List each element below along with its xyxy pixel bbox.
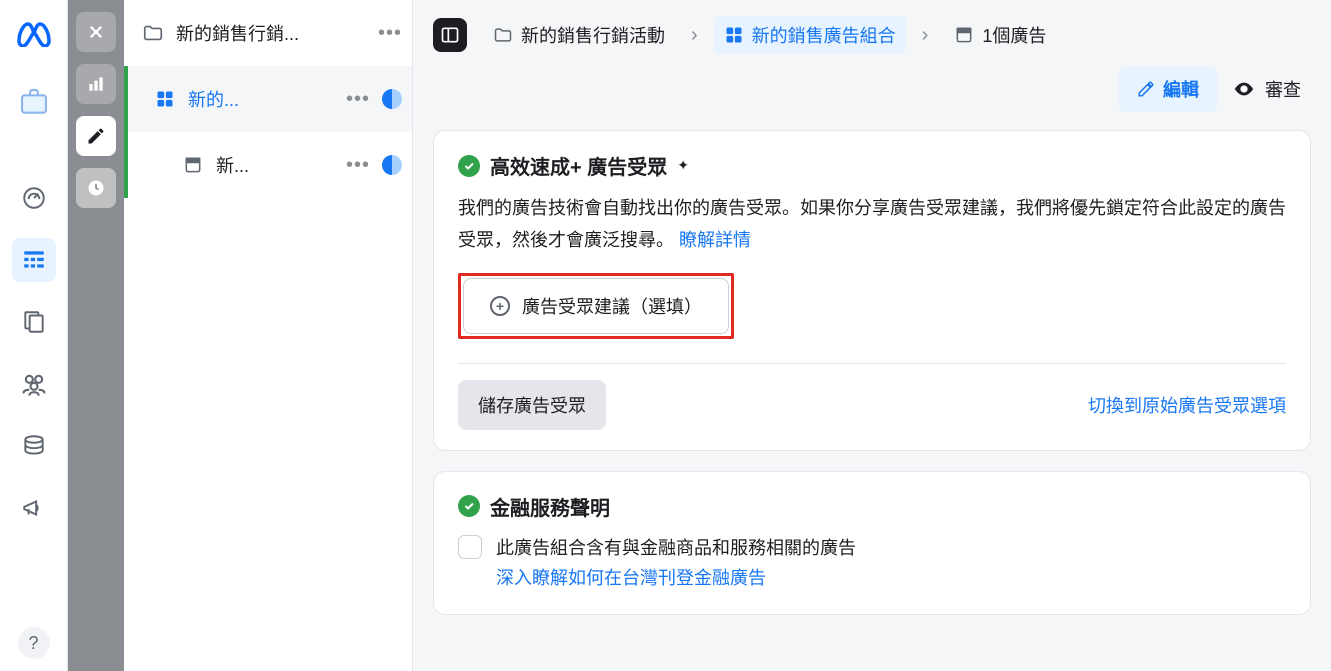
chevron-right-icon: › bbox=[691, 24, 698, 47]
grid-icon bbox=[154, 88, 176, 110]
pencil-icon[interactable] bbox=[76, 116, 116, 156]
finance-card-title: 金融服務聲明 bbox=[490, 492, 610, 521]
review-button[interactable]: 審查 bbox=[1233, 76, 1301, 102]
sparkle-icon: ✦ bbox=[677, 157, 689, 174]
tree-ad-label: 新... bbox=[216, 152, 334, 178]
finance-checkbox[interactable] bbox=[458, 535, 482, 559]
help-button[interactable]: ? bbox=[18, 627, 50, 659]
audience-desc-text: 我們的廣告技術會自動找出你的廣告受眾。如果你分享廣告受眾建議，我們將優先鎖定符合… bbox=[458, 198, 1286, 250]
clock-icon[interactable] bbox=[76, 168, 116, 208]
nav-documents-icon[interactable] bbox=[12, 300, 56, 344]
tree-campaign-row[interactable]: 新的銷售行銷... ••• bbox=[124, 0, 412, 66]
save-audience-button[interactable]: 儲存廣告受眾 bbox=[458, 380, 606, 430]
audience-suggestion-button[interactable]: + 廣告受眾建議（選填） bbox=[463, 278, 729, 334]
tree-adset-row[interactable]: 新的... ••• bbox=[124, 66, 412, 132]
folder-icon bbox=[493, 25, 513, 45]
divider bbox=[458, 363, 1286, 364]
panel-toggle-icon[interactable] bbox=[433, 18, 467, 52]
nav-gauge-icon[interactable] bbox=[12, 176, 56, 220]
audience-card-desc: 我們的廣告技術會自動找出你的廣告受眾。如果你分享廣告受眾建議，我們將優先鎖定符合… bbox=[458, 192, 1286, 257]
breadcrumb-ads-label: 1個廣告 bbox=[982, 22, 1046, 48]
close-icon[interactable] bbox=[76, 12, 116, 52]
tree-ad-row[interactable]: 新... ••• bbox=[124, 132, 412, 198]
edit-button[interactable]: 編輯 bbox=[1119, 66, 1217, 112]
audience-suggestion-label: 廣告受眾建議（選填） bbox=[522, 293, 702, 319]
nav-audience-icon[interactable] bbox=[12, 362, 56, 406]
status-indicator-icon bbox=[382, 155, 402, 175]
status-indicator-icon bbox=[382, 89, 402, 109]
chart-icon[interactable] bbox=[76, 64, 116, 104]
check-icon bbox=[458, 155, 480, 177]
action-bar: 編輯 審查 bbox=[413, 62, 1331, 126]
audience-card-title: 高效速成+ 廣告受眾 bbox=[490, 151, 667, 180]
editor-rail bbox=[68, 0, 124, 671]
folder-icon bbox=[142, 22, 164, 44]
eye-icon bbox=[1233, 78, 1255, 100]
main-panel: 新的銷售行銷活動 › 新的銷售廣告組合 › 1個廣告 編輯 審查 bbox=[413, 0, 1331, 671]
meta-logo[interactable] bbox=[14, 14, 54, 54]
review-button-label: 審查 bbox=[1265, 76, 1301, 102]
edit-button-label: 編輯 bbox=[1163, 76, 1199, 102]
ad-icon bbox=[954, 25, 974, 45]
breadcrumb-campaign-label: 新的銷售行銷活動 bbox=[521, 22, 665, 48]
finance-checkbox-label: 此廣告組合含有與金融商品和服務相關的廣告 bbox=[496, 533, 856, 564]
audience-card: 高效速成+ 廣告受眾 ✦ 我們的廣告技術會自動找出你的廣告受眾。如果你分享廣告受… bbox=[433, 130, 1311, 451]
more-icon[interactable]: ••• bbox=[346, 154, 370, 177]
breadcrumb-campaign[interactable]: 新的銷售行銷活動 bbox=[483, 16, 675, 54]
ad-icon bbox=[182, 154, 204, 176]
nav-table-icon[interactable] bbox=[12, 238, 56, 282]
breadcrumb: 新的銷售行銷活動 › 新的銷售廣告組合 › 1個廣告 bbox=[413, 0, 1331, 62]
structure-tree: 新的銷售行銷... ••• 新的... ••• 新... ••• bbox=[124, 0, 413, 671]
grid-icon bbox=[724, 25, 744, 45]
tree-campaign-label: 新的銷售行銷... bbox=[176, 20, 366, 46]
breadcrumb-ads[interactable]: 1個廣告 bbox=[944, 16, 1056, 54]
finance-card: 金融服務聲明 此廣告組合含有與金融商品和服務相關的廣告 深入瞭解如何在台灣刊登金… bbox=[433, 471, 1311, 615]
nav-megaphone-icon[interactable] bbox=[12, 486, 56, 530]
pencil-icon bbox=[1137, 80, 1155, 98]
learn-more-link[interactable]: 瞭解詳情 bbox=[679, 230, 751, 250]
audience-suggestion-highlight: + 廣告受眾建議（選填） bbox=[458, 273, 734, 339]
chevron-right-icon: › bbox=[922, 24, 929, 47]
breadcrumb-adset[interactable]: 新的銷售廣告組合 bbox=[714, 16, 906, 54]
switch-audience-link[interactable]: 切換到原始廣告受眾選項 bbox=[1088, 392, 1286, 418]
tree-adset-label: 新的... bbox=[188, 86, 334, 112]
global-nav-rail: ? bbox=[0, 0, 68, 671]
nav-briefcase-icon[interactable] bbox=[12, 80, 56, 124]
breadcrumb-adset-label: 新的銷售廣告組合 bbox=[752, 22, 896, 48]
more-icon[interactable]: ••• bbox=[346, 88, 370, 111]
finance-learn-more-link[interactable]: 深入瞭解如何在台灣刊登金融廣告 bbox=[496, 563, 856, 594]
check-icon bbox=[458, 495, 480, 517]
nav-billing-icon[interactable] bbox=[12, 424, 56, 468]
more-icon[interactable]: ••• bbox=[378, 22, 402, 45]
plus-circle-icon: + bbox=[490, 296, 510, 316]
